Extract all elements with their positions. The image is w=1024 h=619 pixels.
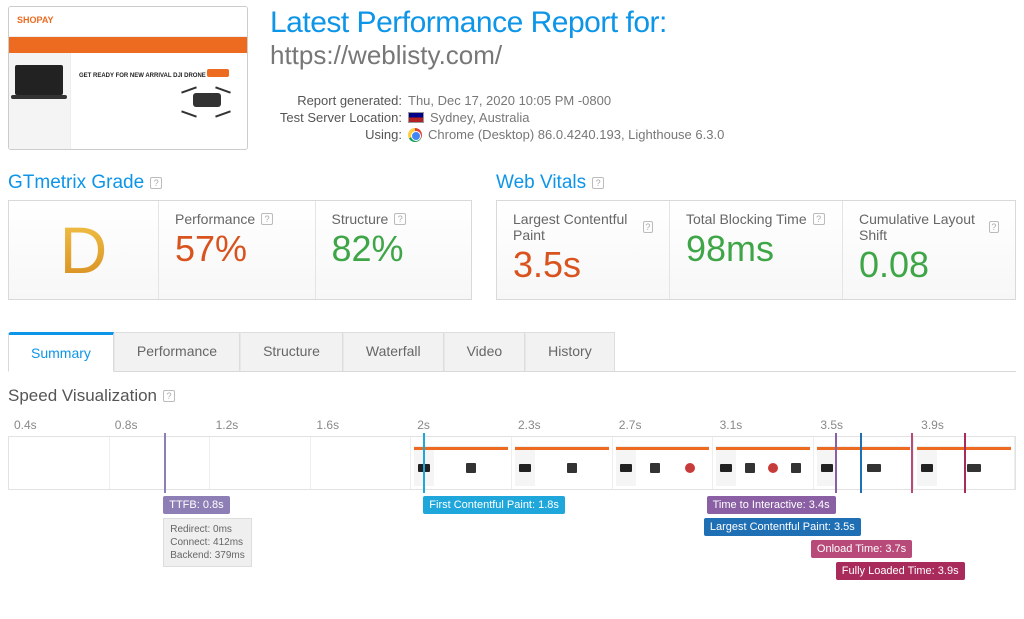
meta-generated-label: Report generated xyxy=(270,93,408,108)
filmstrip-frame xyxy=(914,437,1015,489)
tick: 3.9s xyxy=(915,414,1016,436)
help-icon[interactable]: ? xyxy=(394,213,406,225)
thumb-hero-text: GET READY FOR NEW ARRIVAL DJI DRONE xyxy=(79,73,206,79)
report-tabs: Summary Performance Structure Waterfall … xyxy=(8,332,1016,372)
filmstrip xyxy=(8,436,1016,490)
help-icon[interactable]: ? xyxy=(989,221,999,233)
tab-performance[interactable]: Performance xyxy=(114,332,240,371)
speed-viz-title: Speed Visualization xyxy=(8,386,157,406)
marker-lcp[interactable]: Largest Contentful Paint: 3.5s xyxy=(704,518,861,536)
meta-server-label: Test Server Location xyxy=(270,110,408,125)
drone-icon xyxy=(171,83,241,121)
performance-value: 57% xyxy=(175,229,299,269)
tab-video[interactable]: Video xyxy=(444,332,526,371)
tbt-value: 98ms xyxy=(686,229,826,269)
tab-summary[interactable]: Summary xyxy=(8,332,114,372)
vitals-section-title: Web Vitals xyxy=(496,172,586,194)
page-title: Latest Performance Report for: xyxy=(270,6,1016,40)
help-icon[interactable]: ? xyxy=(163,390,175,402)
lcp-label: Largest Contentful Paint xyxy=(513,211,637,243)
grade-panel: D Performance? 57% Structure? 82% xyxy=(8,200,472,300)
ttfb-connect: Connect: 412ms xyxy=(170,536,245,549)
filmstrip-frame xyxy=(713,437,814,489)
laptop-icon xyxy=(15,65,63,95)
tick: 2.7s xyxy=(613,414,714,436)
chrome-icon xyxy=(408,128,422,142)
filmstrip-frame xyxy=(814,437,915,489)
tab-waterfall[interactable]: Waterfall xyxy=(343,332,444,371)
tick: 1.6s xyxy=(310,414,411,436)
filmstrip-frame xyxy=(210,437,311,489)
meta-using-label: Using xyxy=(270,127,408,142)
ttfb-redirect: Redirect: 0ms xyxy=(170,523,245,536)
marker-ttfb[interactable]: TTFB: 0.8s xyxy=(163,496,229,514)
cls-value: 0.08 xyxy=(859,245,999,285)
structure-value: 82% xyxy=(332,229,456,269)
tab-structure[interactable]: Structure xyxy=(240,332,343,371)
tick: 0.8s xyxy=(109,414,210,436)
filmstrip-frame xyxy=(613,437,714,489)
help-icon[interactable]: ? xyxy=(592,177,604,189)
marker-tti[interactable]: Time to Interactive: 3.4s xyxy=(707,496,836,514)
vitals-panel: Largest Contentful Paint? 3.5s Total Blo… xyxy=(496,200,1016,300)
meta-server-value: Sydney, Australia xyxy=(430,110,529,125)
grade-section-title: GTmetrix Grade xyxy=(8,172,144,194)
cls-label: Cumulative Layout Shift xyxy=(859,211,983,243)
filmstrip-frame xyxy=(311,437,412,489)
tab-history[interactable]: History xyxy=(525,332,615,371)
tick: 0.4s xyxy=(8,414,109,436)
help-icon[interactable]: ? xyxy=(813,213,825,225)
grade-letter: D xyxy=(60,212,108,288)
filmstrip-frame xyxy=(110,437,211,489)
tick: 2s xyxy=(411,414,512,436)
meta-generated-value: Thu, Dec 17, 2020 10:05 PM -0800 xyxy=(408,93,611,108)
lcp-value: 3.5s xyxy=(513,245,653,285)
help-icon[interactable]: ? xyxy=(150,177,162,189)
marker-fcp[interactable]: First Contentful Paint: 1.8s xyxy=(423,496,565,514)
ttfb-backend: Backend: 379ms xyxy=(170,549,245,562)
marker-onload[interactable]: Onload Time: 3.7s xyxy=(811,540,912,558)
tick: 1.2s xyxy=(210,414,311,436)
report-url[interactable]: https://weblisty.com/ xyxy=(270,40,1016,71)
tbt-label: Total Blocking Time xyxy=(686,211,807,227)
filmstrip-frame xyxy=(512,437,613,489)
tick: 3.1s xyxy=(714,414,815,436)
help-icon[interactable]: ? xyxy=(643,221,653,233)
page-screenshot-thumbnail[interactable]: SHOPAY GET READY FOR NEW ARRIVAL DJI DRO… xyxy=(8,6,248,150)
australia-flag-icon xyxy=(408,112,424,123)
tick: 2.3s xyxy=(512,414,613,436)
help-icon[interactable]: ? xyxy=(261,213,273,225)
marker-full[interactable]: Fully Loaded Time: 3.9s xyxy=(836,562,965,580)
thumb-brand: SHOPAY xyxy=(17,15,54,25)
ttfb-detail-box: Redirect: 0ms Connect: 412ms Backend: 37… xyxy=(163,518,252,567)
tick: 3.5s xyxy=(814,414,915,436)
filmstrip-frame xyxy=(9,437,110,489)
performance-label: Performance xyxy=(175,211,255,227)
structure-label: Structure xyxy=(332,211,389,227)
meta-using-value: Chrome (Desktop) 86.0.4240.193, Lighthou… xyxy=(428,127,724,142)
speed-timeline: 0.4s 0.8s 1.2s 1.6s 2s 2.3s 2.7s 3.1s 3.… xyxy=(8,414,1016,606)
filmstrip-frame xyxy=(411,437,512,489)
